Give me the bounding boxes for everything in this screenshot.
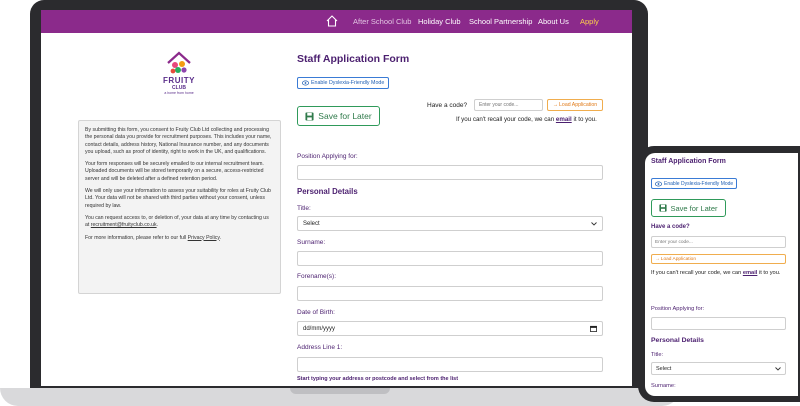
surname-input[interactable] [297, 251, 603, 266]
position-input[interactable] [297, 165, 603, 180]
nav-school-partnership[interactable]: School Partnership [469, 17, 532, 26]
mobile-recall-code-text: If you can't recall your code, we can em… [651, 270, 780, 276]
arrow-right-icon: → [552, 102, 559, 108]
dyslexia-mode-label: Enable Dyslexia-Friendly Mode [311, 80, 385, 86]
arrow-right-icon: → [655, 256, 660, 262]
mobile-page-title: Staff Application Form [651, 158, 726, 165]
consent-paragraph: You can request access to, or deletion o… [85, 215, 274, 230]
consent-paragraph: By submitting this form, you consent to … [85, 127, 272, 155]
dob-placeholder: dd/mm/yyyy [303, 325, 336, 332]
consent-paragraph: Your form responses will be securely ema… [85, 161, 264, 182]
save-for-later-button[interactable]: Save for Later [297, 106, 380, 126]
surname-label: Surname: [297, 239, 326, 246]
chevron-down-icon [775, 366, 781, 371]
mobile-dyslexia-mode-button[interactable]: Enable Dyslexia-Friendly Mode [651, 178, 738, 189]
recruitment-email-link[interactable]: recruitment@fruityclub.co.uk [91, 222, 157, 228]
logo-word: FRUITY [163, 76, 195, 85]
position-label: Position Applying for: [297, 153, 358, 160]
mobile-save-for-later-button[interactable]: Save for Later [651, 199, 726, 217]
email-code-link[interactable]: email [556, 116, 572, 123]
mobile-position-label: Position Applying for: [651, 306, 705, 312]
save-icon [659, 204, 668, 212]
mobile-load-application-label: Load Application [660, 256, 697, 262]
nav-about-us[interactable]: About Us [538, 17, 569, 26]
home-icon[interactable] [325, 14, 339, 28]
personal-details-heading: Personal Details [297, 187, 358, 196]
consent-text: For more information, please refer to ou… [85, 234, 188, 241]
address-hint: Start typing your address or postcode an… [297, 376, 459, 382]
mobile-position-input[interactable] [651, 317, 786, 330]
mobile-code-label: Have a code? [651, 224, 690, 230]
mobile-email-code-link[interactable]: email [743, 270, 758, 276]
calendar-icon [590, 325, 597, 332]
mobile-save-for-later-label: Save for Later [670, 203, 718, 213]
title-select-value: Select [303, 220, 320, 227]
consent-paragraph: For more information, please refer to ou… [85, 235, 274, 242]
mobile-code-input[interactable]: Enter your code... [651, 236, 786, 248]
recall-text: If you can't recall your code, we can [456, 116, 556, 123]
top-nav: After School Club Holiday Club School Pa… [41, 10, 632, 33]
code-input[interactable] [474, 99, 543, 111]
recall-text: it to you. [757, 270, 781, 276]
dob-input[interactable]: dd/mm/yyyy [297, 321, 603, 336]
logo-tagline: a home from home [164, 91, 194, 95]
mobile-code-placeholder: Enter your code... [655, 239, 693, 245]
page-title: Staff Application Form [297, 53, 410, 65]
forename-label: Forename(s): [297, 273, 337, 280]
recall-text: If you can't recall your code, we can [651, 270, 743, 276]
mobile-load-application-button[interactable]: → Load Application [651, 254, 786, 264]
recall-text: it to you. [571, 116, 597, 123]
code-label: Have a code? [427, 102, 468, 109]
consent-notice: By submitting this form, you consent to … [78, 120, 281, 294]
dyslexia-mode-button[interactable]: Enable Dyslexia-Friendly Mode [297, 77, 390, 89]
eye-icon [655, 181, 662, 186]
nav-after-school-club[interactable]: After School Club [353, 17, 411, 26]
save-for-later-label: Save for Later [318, 111, 372, 121]
consent-text: . [156, 222, 159, 229]
mobile-title-select-value: Select [656, 365, 672, 372]
mobile-dyslexia-mode-label: Enable Dyslexia-Friendly Mode [664, 180, 734, 187]
mockup-stage: After School Club Holiday Club School Pa… [0, 0, 800, 406]
dob-label: Date of Birth: [297, 309, 335, 316]
mobile-title-select[interactable]: Select [651, 362, 786, 375]
address-input[interactable] [297, 357, 603, 372]
chevron-down-icon [591, 221, 597, 226]
logo-house-icon [167, 51, 191, 74]
forename-input[interactable] [297, 286, 603, 301]
laptop-notch [290, 388, 390, 394]
consent-text: . [219, 234, 221, 241]
fruity-club-logo: FRUITY CLUB a home from home [153, 51, 205, 101]
laptop-screen: After School Club Holiday Club School Pa… [41, 10, 632, 386]
load-application-label: Load Application [559, 102, 598, 108]
consent-paragraph: We will only use your information to ass… [85, 188, 271, 209]
title-select[interactable]: Select [297, 216, 603, 231]
recall-code-text: If you can't recall your code, we can em… [456, 116, 597, 123]
address-label: Address Line 1: [297, 344, 343, 351]
eye-icon [302, 80, 309, 86]
title-label: Title: [297, 205, 311, 212]
nav-apply[interactable]: Apply [580, 17, 599, 26]
mobile-personal-details-heading: Personal Details [651, 337, 704, 344]
mobile-surname-label: Surname: [651, 383, 676, 389]
load-application-button[interactable]: → Load Application [547, 99, 603, 111]
mobile-title-label: Title: [651, 352, 664, 358]
nav-holiday-club[interactable]: Holiday Club [418, 17, 461, 26]
save-icon [305, 111, 314, 121]
phone-screen: Staff Application Form Enable Dyslexia-F… [645, 153, 798, 396]
privacy-policy-link[interactable]: Privacy Policy [188, 235, 220, 241]
